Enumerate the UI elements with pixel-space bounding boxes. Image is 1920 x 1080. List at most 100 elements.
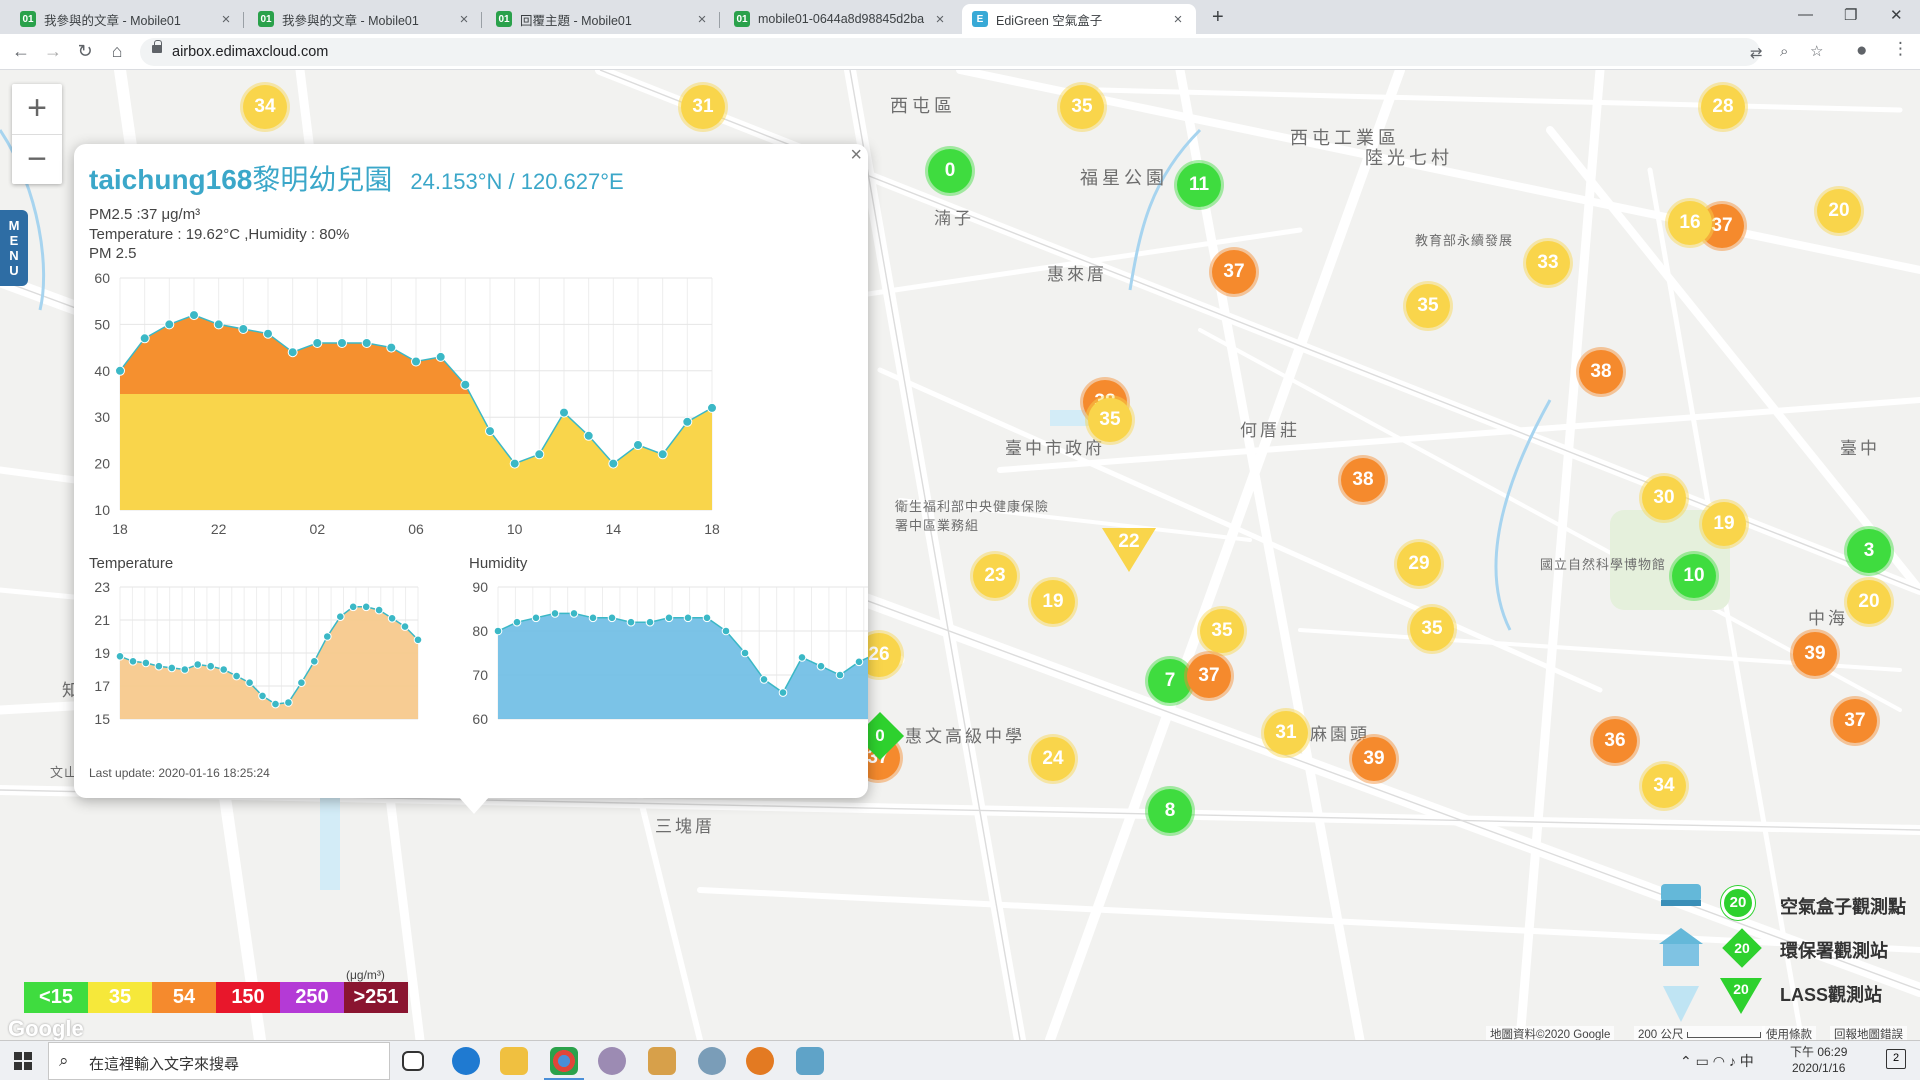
pm25-marker[interactable]: 20 <box>1847 580 1891 624</box>
app-icon-3[interactable] <box>698 1047 726 1075</box>
tab-close-icon[interactable]: × <box>932 11 948 28</box>
tab-close-icon[interactable]: × <box>456 11 472 28</box>
taskbar-search-box[interactable]: ⌕ 在這裡輸入文字來搜尋 <box>48 1042 390 1080</box>
pm25-marker[interactable]: 3 <box>1847 529 1891 573</box>
tab-close-icon[interactable]: × <box>694 11 710 28</box>
pm25-marker[interactable]: 29 <box>1397 542 1441 586</box>
report-map-error-link[interactable]: 回報地圖錯誤 <box>1830 1026 1907 1040</box>
pm-level-5: 250 <box>280 982 344 1013</box>
pm25-marker[interactable]: 38 <box>1341 458 1385 502</box>
pm25-marker[interactable]: 35 <box>1088 398 1132 442</box>
last-update-text: Last update: 2020-01-16 18:25:24 <box>89 766 270 780</box>
back-icon[interactable]: ← <box>10 41 32 62</box>
pm25-marker[interactable]: 20 <box>1817 189 1861 233</box>
terms-link[interactable]: 使用條款 <box>1762 1026 1816 1040</box>
y-tick-label: 60 <box>472 711 488 727</box>
data-point <box>115 652 125 661</box>
tab-close-icon[interactable]: × <box>218 11 234 28</box>
profile-icon[interactable]: ● <box>1856 40 1867 62</box>
pm-level-4: 150 <box>216 982 280 1013</box>
pm25-marker[interactable]: 30 <box>1642 476 1686 520</box>
pm25-marker[interactable]: 35 <box>1406 284 1450 328</box>
data-point <box>336 612 345 622</box>
map-place-label: 三塊厝 <box>655 817 715 836</box>
pm25-marker[interactable]: 11 <box>1177 163 1221 207</box>
tab-mobile01-reply[interactable]: 01 回覆主題 - Mobile01 × <box>486 4 720 34</box>
data-point <box>702 613 712 623</box>
tab-mobile01-articles-1[interactable]: 01 我參與的文章 - Mobile01 × <box>10 4 244 34</box>
data-point <box>740 648 750 658</box>
data-point <box>682 416 693 427</box>
pm25-marker[interactable]: 34 <box>1642 764 1686 808</box>
data-point <box>435 351 446 362</box>
pm25-marker[interactable]: 39 <box>1352 737 1396 781</box>
pm25-marker[interactable]: 31 <box>681 85 725 129</box>
minimize-icon[interactable]: — <box>1798 6 1813 23</box>
tab-mobile01-articles-2[interactable]: 01 我參與的文章 - Mobile01 × <box>248 4 482 34</box>
data-point <box>512 617 522 627</box>
notification-center-icon[interactable]: 2 <box>1886 1049 1906 1069</box>
zoom-icon[interactable]: ⌕ <box>1780 43 1788 60</box>
bookmark-star-icon[interactable]: ☆ <box>1810 42 1823 60</box>
windows-start-icon[interactable] <box>14 1052 32 1070</box>
pm25-marker[interactable]: 24 <box>1031 737 1075 781</box>
pm25-marker[interactable]: 34 <box>243 85 287 129</box>
app-icon-4[interactable] <box>796 1047 824 1075</box>
address-bar[interactable]: airbox.edimaxcloud.com ⇄ ⌕ ☆ <box>140 38 1823 66</box>
pm25-marker[interactable]: 10 <box>1672 554 1716 598</box>
ime-indicator[interactable]: 中 <box>1740 1053 1754 1069</box>
pm25-marker[interactable]: 23 <box>973 554 1017 598</box>
pm25-marker[interactable]: 38 <box>1579 350 1623 394</box>
y-tick-label: 30 <box>94 409 110 425</box>
taskbar-clock[interactable]: 下午 06:29 2020/1/16 <box>1790 1044 1847 1076</box>
popup-pointer <box>458 796 490 814</box>
pm25-marker[interactable]: 8 <box>1148 789 1192 833</box>
zoom-in-button[interactable]: + <box>12 84 62 134</box>
pm25-marker[interactable]: 36 <box>1593 719 1637 763</box>
pm25-marker[interactable]: 0 <box>928 149 972 193</box>
restore-icon[interactable]: ❐ <box>1844 6 1857 24</box>
map-scale[interactable]: 200 公尺 <box>1634 1026 1765 1040</box>
pm25-marker[interactable]: 39 <box>1793 632 1837 676</box>
data-point <box>263 328 273 339</box>
file-explorer-icon[interactable] <box>500 1047 528 1075</box>
tab-edigreen[interactable]: E EdiGreen 空氣盒子 × <box>962 4 1196 34</box>
edge-icon[interactable] <box>452 1047 480 1075</box>
new-tab-button[interactable]: + <box>1212 6 1224 29</box>
reload-icon[interactable]: ↻ <box>74 41 96 62</box>
forward-icon[interactable]: → <box>42 41 64 62</box>
pm25-marker[interactable]: 19 <box>1702 502 1746 546</box>
pm25-marker[interactable]: 37 <box>1187 654 1231 698</box>
browser-menu-icon[interactable]: ⋮ <box>1892 39 1909 59</box>
chrome-icon[interactable] <box>544 1047 584 1080</box>
data-point <box>583 430 594 441</box>
pm25-marker[interactable]: 16 <box>1668 201 1712 245</box>
zoom-out-button[interactable]: − <box>12 134 62 184</box>
task-view-icon[interactable] <box>402 1051 424 1071</box>
lass-station-marker[interactable]: 22 <box>1100 526 1160 576</box>
pm25-marker[interactable]: 35 <box>1410 607 1454 651</box>
pm25-marker[interactable]: 35 <box>1060 85 1104 129</box>
x-tick-label: 06 <box>408 521 424 537</box>
translate-icon[interactable]: ⇄ <box>1750 44 1763 62</box>
home-icon[interactable]: ⌂ <box>106 41 128 62</box>
pm25-marker[interactable]: 37 <box>1212 250 1256 294</box>
app-icon-2[interactable] <box>648 1047 676 1075</box>
pm25-marker[interactable]: 35 <box>1200 609 1244 653</box>
pm25-marker[interactable]: 31 <box>1264 711 1308 755</box>
tab-mobile01-image[interactable]: 01 mobile01-0644a8d98845d2ba × <box>724 4 958 34</box>
window-close-icon[interactable]: ✕ <box>1890 6 1903 24</box>
tab-close-icon[interactable]: × <box>1170 11 1186 28</box>
map-place-label: 惠來厝 <box>1047 265 1107 284</box>
app-icon-1[interactable] <box>598 1047 626 1075</box>
system-tray[interactable]: ⌃ ▭ ◠ ♪ 中 <box>1680 1051 1754 1071</box>
data-point <box>411 356 421 367</box>
blender-icon[interactable] <box>746 1047 774 1075</box>
pm25-marker[interactable]: 28 <box>1701 85 1745 129</box>
pm25-marker[interactable]: 33 <box>1526 241 1570 285</box>
menu-toggle-button[interactable]: MENU <box>0 210 28 286</box>
pm25-marker[interactable]: 19 <box>1031 580 1075 624</box>
pm25-marker[interactable]: 37 <box>1833 699 1877 743</box>
data-point <box>759 675 769 684</box>
pm25-marker[interactable]: 7 <box>1148 659 1192 703</box>
